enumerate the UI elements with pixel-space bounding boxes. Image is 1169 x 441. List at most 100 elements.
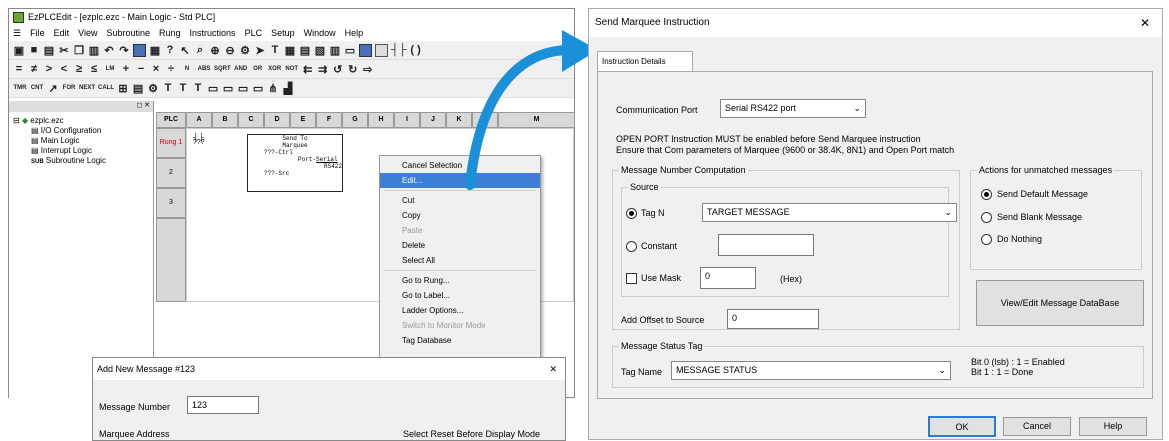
tool-div[interactable]: ÷ <box>165 63 177 75</box>
database-icon[interactable]: ▧ <box>314 44 326 57</box>
add-message-close-button[interactable]: ✕ <box>549 358 557 380</box>
ctx-select-all[interactable]: Select All <box>380 253 540 268</box>
print-icon[interactable]: ▤ <box>43 44 55 57</box>
tool-abs[interactable]: ABS <box>197 66 211 72</box>
jump-icon[interactable]: ↗ <box>47 82 59 95</box>
table-icon[interactable]: ▤ <box>299 44 311 57</box>
ctx-paste[interactable]: Paste <box>380 223 540 238</box>
chart-icon[interactable]: ▟ <box>282 82 294 95</box>
tag-icon[interactable]: ⚙ <box>147 82 159 95</box>
subroutine-icon[interactable]: ⊞ <box>117 82 129 95</box>
ok-button[interactable]: OK <box>928 416 996 437</box>
help-icon[interactable]: ? <box>164 44 176 56</box>
tool-sqrt[interactable]: SQRT <box>214 66 231 72</box>
window-3-icon[interactable]: ▭ <box>237 82 249 95</box>
ctx-cut[interactable]: Cut <box>380 193 540 208</box>
constant-input[interactable] <box>718 234 814 256</box>
save-icon[interactable]: ■ <box>28 44 40 56</box>
undo-icon[interactable]: ↶ <box>103 44 115 57</box>
rung-3-label[interactable]: 3 <box>156 188 186 218</box>
tool-add[interactable]: + <box>120 63 132 75</box>
send-marquee-block[interactable]: Send To Marquee ???-Ctrl Port-Serial RS4… <box>247 134 343 192</box>
tool-cnt[interactable]: CNT <box>30 85 44 91</box>
db-icon[interactable]: ▤ <box>132 82 144 95</box>
coil-icon[interactable]: ( ) <box>410 44 422 56</box>
copy-icon[interactable]: ❐ <box>73 44 85 57</box>
ladder-view-icon[interactable] <box>133 43 146 57</box>
menu-window[interactable]: Window <box>304 28 336 38</box>
menu-plc[interactable]: PLC <box>245 28 263 38</box>
menu-help[interactable]: Help <box>345 28 364 38</box>
text-tool-icon[interactable]: T <box>162 82 174 94</box>
tree-root[interactable]: ⊟ ◆ ezplc.ezc <box>13 116 153 126</box>
menu-view[interactable]: View <box>78 28 97 38</box>
offset-input[interactable]: 0 <box>727 309 819 329</box>
tool-n[interactable]: N <box>180 66 194 72</box>
menu-file[interactable]: File <box>30 28 45 38</box>
tool-tmr[interactable]: TMR <box>13 85 27 91</box>
open-icon[interactable]: ▣ <box>13 44 25 57</box>
tool-lt[interactable]: < <box>58 63 70 75</box>
contact-icon[interactable]: ┤├ <box>391 44 407 56</box>
tag-n-radio[interactable] <box>626 208 637 219</box>
menu-edit[interactable]: Edit <box>54 28 70 38</box>
module-icon[interactable] <box>375 43 388 57</box>
print-preview-icon[interactable]: ▦ <box>149 44 161 57</box>
ctx-go-to-label[interactable]: Go to Label... <box>380 288 540 303</box>
tool-le[interactable]: ≤ <box>88 63 100 75</box>
tool-lm[interactable]: LM <box>103 66 117 72</box>
grid-icon[interactable]: ▦ <box>284 44 296 57</box>
use-mask-checkbox[interactable] <box>626 273 637 284</box>
tool-ne[interactable]: ≠ <box>28 63 40 75</box>
text-tool-2-icon[interactable]: T <box>177 82 189 94</box>
send-marquee-close-button[interactable]: ✕ <box>1140 9 1150 37</box>
display-icon[interactable]: ▭ <box>344 44 356 57</box>
view-edit-database-button[interactable]: View/Edit Message DataBase <box>976 280 1144 326</box>
tree-item-io[interactable]: ▤ I/O Configuration <box>13 126 153 136</box>
zoom-icon[interactable]: ⌕ <box>194 44 206 57</box>
tool-ge[interactable]: ≥ <box>73 63 85 75</box>
rotate-right-icon[interactable]: ↻ <box>347 63 359 76</box>
rotate-left-icon[interactable]: ↺ <box>332 63 344 76</box>
redo-icon[interactable]: ↷ <box>118 44 130 57</box>
list-icon[interactable]: ▥ <box>329 44 341 57</box>
tool-gt[interactable]: > <box>43 63 55 75</box>
plc-icon[interactable] <box>359 43 372 57</box>
tool-sub[interactable]: − <box>135 63 147 75</box>
network-icon[interactable]: ⋔ <box>267 82 279 95</box>
tree-item-subroutine[interactable]: SUB Subroutine Logic <box>13 156 153 167</box>
send-default-radio[interactable] <box>981 189 992 200</box>
tag-n-select[interactable]: TARGET MESSAGE ⌄ <box>702 203 957 222</box>
menu-subroutine[interactable]: Subroutine <box>106 28 150 38</box>
tool-for[interactable]: FOR <box>62 85 76 91</box>
ctx-copy[interactable]: Copy <box>380 208 540 223</box>
window-4-icon[interactable]: ▭ <box>252 82 264 95</box>
tool-mul[interactable]: × <box>150 63 162 75</box>
mask-input[interactable]: 0 <box>700 267 756 289</box>
cancel-button[interactable]: Cancel <box>1003 417 1071 436</box>
constant-radio[interactable] <box>626 241 637 252</box>
tool-eq[interactable]: = <box>13 63 25 75</box>
zoom-in-icon[interactable]: ⊕ <box>209 44 221 57</box>
window-icon[interactable]: ▭ <box>207 82 219 95</box>
tag-name-select[interactable]: MESSAGE STATUS ⌄ <box>671 361 951 380</box>
menu-icon[interactable]: ☰ <box>13 28 21 39</box>
cut-icon[interactable]: ✂ <box>58 44 70 57</box>
menu-setup[interactable]: Setup <box>271 28 295 38</box>
text-icon[interactable]: T <box>269 44 281 56</box>
move-icon[interactable]: ⇨ <box>362 63 374 76</box>
tree-item-interrupt[interactable]: ▤ Interrupt Logic <box>13 146 153 156</box>
context-help-icon[interactable]: ↖ <box>179 44 191 57</box>
paste-icon[interactable]: ▥ <box>88 44 100 57</box>
shift-right-icon[interactable]: ⇉ <box>317 63 329 76</box>
tool-or[interactable]: OR <box>251 66 265 72</box>
tool-not[interactable]: NOT <box>285 66 299 72</box>
ctx-ladder-options[interactable]: Ladder Options... <box>380 303 540 318</box>
tool-xor[interactable]: XOR <box>268 66 282 72</box>
tool-call[interactable]: CALL <box>98 85 114 91</box>
do-nothing-radio[interactable] <box>981 234 992 245</box>
menu-rung[interactable]: Rung <box>159 28 181 38</box>
message-number-input[interactable]: 123 <box>187 396 259 414</box>
rung-1-label[interactable]: Rung 1 <box>156 128 186 158</box>
tab-instruction-details[interactable]: Instruction Details <box>597 51 693 72</box>
